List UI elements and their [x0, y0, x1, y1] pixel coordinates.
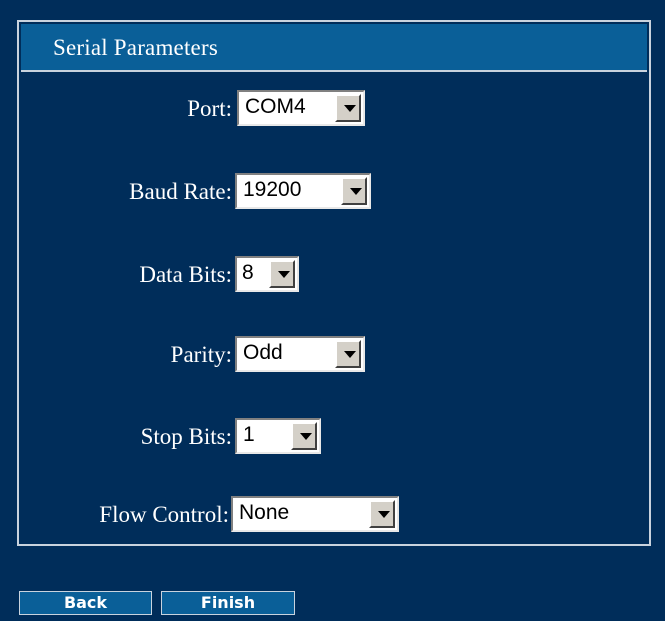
port-label: Port: — [187, 96, 232, 121]
parity-label: Parity: — [170, 342, 232, 367]
parity-value: Odd — [243, 341, 283, 364]
data-bits-dropdown-button[interactable] — [269, 260, 295, 288]
flow-control-row: Flow Control: None — [0, 496, 665, 536]
port-select[interactable]: COM4 — [237, 90, 365, 126]
flow-control-value: None — [239, 501, 290, 524]
data-bits-value: 8 — [242, 261, 254, 284]
chevron-down-icon — [344, 105, 356, 112]
panel-title: Serial Parameters — [53, 35, 218, 60]
chevron-down-icon — [378, 511, 390, 518]
parity-select[interactable]: Odd — [235, 336, 365, 372]
serial-parameters-page: Serial Parameters Port: COM4 Baud Rate: … — [0, 0, 665, 621]
flow-control-dropdown-button[interactable] — [369, 500, 395, 528]
baud-rate-row: Baud Rate: 19200 — [0, 173, 665, 213]
stop-bits-select[interactable]: 1 — [235, 418, 321, 454]
parity-row: Parity: Odd — [0, 336, 665, 376]
stop-bits-row: Stop Bits: 1 — [0, 418, 665, 458]
baud-rate-select[interactable]: 19200 — [235, 173, 371, 209]
stop-bits-dropdown-button[interactable] — [291, 422, 317, 450]
baud-rate-dropdown-button[interactable] — [341, 177, 367, 205]
parity-dropdown-button[interactable] — [335, 340, 361, 368]
back-button[interactable]: Back — [19, 591, 152, 615]
data-bits-select[interactable]: 8 — [235, 256, 299, 292]
chevron-down-icon — [344, 351, 356, 358]
finish-button[interactable]: Finish — [161, 591, 295, 615]
panel-header: Serial Parameters — [21, 24, 647, 72]
data-bits-row: Data Bits: 8 — [0, 256, 665, 296]
baud-rate-label: Baud Rate: — [129, 179, 232, 204]
port-value: COM4 — [245, 95, 306, 118]
stop-bits-label: Stop Bits: — [140, 424, 232, 449]
port-dropdown-button[interactable] — [335, 94, 361, 122]
chevron-down-icon — [278, 271, 290, 278]
data-bits-label: Data Bits: — [139, 262, 232, 287]
chevron-down-icon — [350, 188, 362, 195]
flow-control-label: Flow Control: — [99, 502, 229, 527]
flow-control-select[interactable]: None — [231, 496, 399, 532]
port-row: Port: COM4 — [0, 90, 665, 130]
chevron-down-icon — [300, 433, 312, 440]
stop-bits-value: 1 — [243, 423, 255, 446]
baud-rate-value: 19200 — [243, 178, 302, 201]
